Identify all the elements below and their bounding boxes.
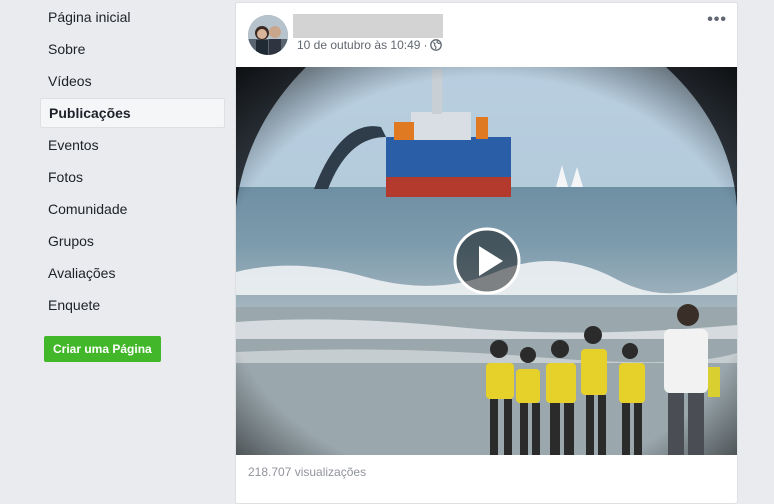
play-icon[interactable] <box>452 226 522 296</box>
more-options-icon[interactable]: ••• <box>707 12 727 28</box>
video-player[interactable] <box>236 67 737 455</box>
globe-icon[interactable] <box>430 39 443 51</box>
sidebar-nav: Página inicial Sobre Vídeos Publicações … <box>40 2 225 322</box>
post-card: 10 de outubro às 10:49 · ••• 218.707 vis… <box>235 2 738 504</box>
post-timestamp[interactable]: 10 de outubro às 10:49 <box>297 38 420 52</box>
sidebar-item-events[interactable]: Eventos <box>40 130 225 160</box>
author-name-redacted[interactable] <box>293 14 443 38</box>
sidebar-item-videos[interactable]: Vídeos <box>40 66 225 96</box>
post-meta: 10 de outubro às 10:49 · <box>297 38 443 52</box>
sidebar-item-groups[interactable]: Grupos <box>40 226 225 256</box>
sidebar-item-photos[interactable]: Fotos <box>40 162 225 192</box>
create-page-button[interactable]: Criar uma Página <box>44 336 161 362</box>
avatar-image <box>248 15 288 55</box>
avatar[interactable] <box>248 15 288 55</box>
sidebar-item-posts[interactable]: Publicações <box>40 98 225 128</box>
meta-separator: · <box>423 38 428 52</box>
video-view-count: 218.707 visualizações <box>248 465 367 479</box>
sidebar-item-reviews[interactable]: Avaliações <box>40 258 225 288</box>
sidebar-item-home[interactable]: Página inicial <box>40 2 225 32</box>
sidebar-item-poll[interactable]: Enquete <box>40 290 225 320</box>
sidebar-item-about[interactable]: Sobre <box>40 34 225 64</box>
sidebar-item-community[interactable]: Comunidade <box>40 194 225 224</box>
